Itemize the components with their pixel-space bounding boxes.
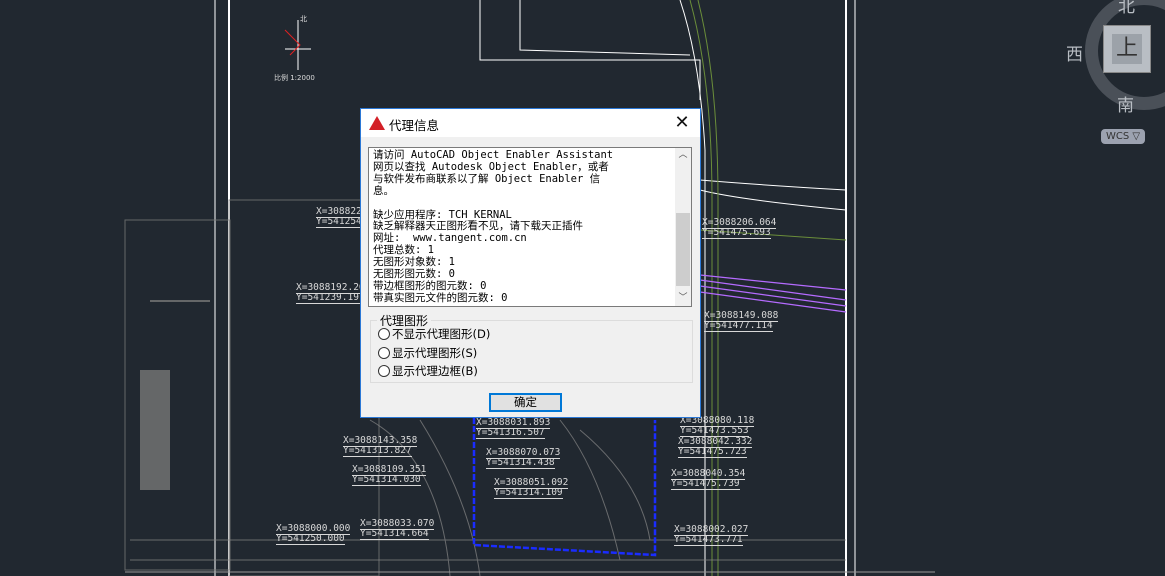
scroll-up-icon[interactable]: ︿ <box>675 148 691 163</box>
radio-hide-proxy[interactable]: 不显示代理图形(D) <box>378 326 490 342</box>
coordinate-label: Y=541314.109 <box>494 487 563 499</box>
radio-label: 显示代理图形(S) <box>392 346 478 360</box>
scale-text: 比例 1:2000 <box>274 74 315 82</box>
coordinate-label: Y=541314.438 <box>486 457 555 469</box>
coordinate-label: Y=541254 <box>316 216 362 228</box>
radio-show-bounding-box[interactable]: 显示代理边框(B) <box>378 363 478 379</box>
radio-circle-icon[interactable] <box>378 328 390 340</box>
coordinate-label: Y=541250.000 <box>276 533 345 545</box>
viewcube-north[interactable]: 北 <box>1118 0 1135 17</box>
close-button[interactable]: ✕ <box>670 111 694 135</box>
coordinate-label: Y=541475.693 <box>702 227 771 239</box>
radio-show-proxy[interactable]: 显示代理图形(S) <box>378 345 477 361</box>
dialog-titlebar[interactable]: 代理信息 ✕ <box>361 109 700 137</box>
coordinate-label: Y=541314.030 <box>352 474 421 486</box>
coordinate-label: Y=541475.739 <box>671 478 740 490</box>
message-text: 请访问 AutoCAD Object Enabler Assistant 网页以… <box>373 149 614 304</box>
message-textbox[interactable]: 请访问 AutoCAD Object Enabler Assistant 网页以… <box>368 147 692 307</box>
coordinate-label: Y=541473.771 <box>674 534 743 546</box>
autocad-logo-icon <box>369 116 385 130</box>
dialog-title: 代理信息 <box>389 118 440 133</box>
proxy-info-dialog: 代理信息 ✕ 请访问 AutoCAD Object Enabler Assist… <box>360 108 701 418</box>
scrollbar-thumb[interactable] <box>676 213 690 286</box>
ok-button[interactable]: 确定 <box>489 393 562 412</box>
coordinate-label: Y=541316.507 <box>476 427 545 439</box>
radio-circle-icon[interactable] <box>378 347 390 359</box>
viewcube-face-label: 上 <box>1112 34 1142 64</box>
coordinate-label: Y=541313.827 <box>343 445 412 457</box>
coordinate-label: Y=541477.114 <box>704 320 773 332</box>
coordinate-label: Y=541475.723 <box>678 446 747 458</box>
scroll-down-icon[interactable]: ﹀ <box>675 291 691 306</box>
viewcube-west[interactable]: 西 <box>1066 40 1083 65</box>
radio-label: 不显示代理图形(D) <box>392 327 491 341</box>
proxy-graphics-group: 代理图形 不显示代理图形(D) 显示代理图形(S) 显示代理边框(B) <box>370 312 693 383</box>
radio-label: 显示代理边框(B) <box>392 364 478 378</box>
vertical-scrollbar[interactable]: ︿ ﹀ <box>675 148 691 306</box>
viewcube-top-face[interactable]: 上 <box>1103 25 1151 73</box>
radio-circle-icon[interactable] <box>378 365 390 377</box>
wcs-menu-button[interactable]: WCS ▽ <box>1101 129 1145 144</box>
north-arrow-label: 北 <box>300 15 307 23</box>
viewcube-south[interactable]: 南 <box>1117 91 1134 116</box>
coordinate-label: Y=541239.197 <box>296 292 365 304</box>
coordinate-label: Y=541314.664 <box>360 528 429 540</box>
